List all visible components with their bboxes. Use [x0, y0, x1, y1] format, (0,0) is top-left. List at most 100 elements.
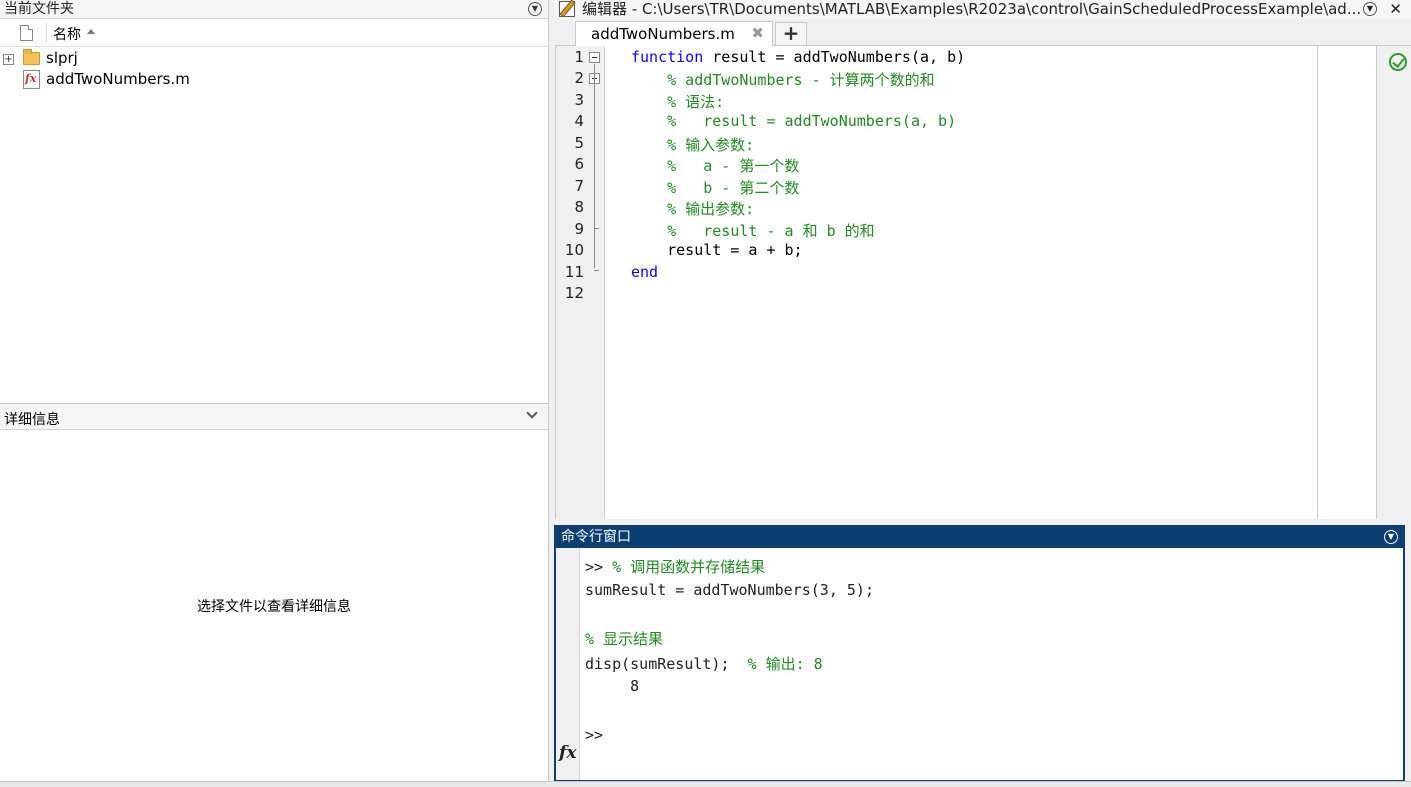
- line-number-gutter: 1 2 3 4 5 6 7 8 9 10 11 12: [556, 46, 605, 519]
- new-tab-button[interactable]: +: [775, 22, 807, 46]
- status-bar: [0, 781, 1411, 787]
- editor-panel: 编辑器 - C:\Users\TR\Documents\MATLAB\Examp…: [555, 0, 1411, 519]
- tab-addtwonumbers[interactable]: addTwoNumbers.m ✖: [575, 21, 773, 47]
- function-browser-icon[interactable]: fx: [559, 743, 576, 763]
- file-type-column-icon: [20, 25, 33, 41]
- line-number: 3: [574, 91, 584, 109]
- code-text: result = a + b;: [631, 241, 803, 259]
- line-number: 8: [574, 198, 584, 216]
- code-keyword: end: [631, 263, 659, 281]
- line-number: 12: [564, 284, 584, 302]
- code-line: % 输入参数:: [631, 134, 754, 155]
- line-number: 2: [574, 69, 584, 87]
- command-line: disp(sumResult); % 输出: 8: [585, 653, 823, 674]
- code-comment: % 语法:: [667, 93, 725, 111]
- code-comment: % b - 第二个数: [667, 179, 800, 197]
- folder-icon: [23, 49, 40, 65]
- close-tab-icon[interactable]: ✖: [751, 24, 764, 42]
- line-number: 4: [574, 112, 584, 130]
- code-line: function result = addTwoNumbers(a, b): [631, 48, 965, 66]
- m-file-icon: fx: [23, 70, 40, 89]
- fold-function-icon[interactable]: [589, 52, 600, 63]
- code-line: % addTwoNumbers - 计算两个数的和: [631, 69, 935, 90]
- right-margin-line: [1317, 46, 1318, 519]
- fold-guide-line: [594, 64, 595, 268]
- command-line: >> % 调用函数并存储结果: [585, 556, 765, 577]
- code-line: result = a + b;: [631, 241, 803, 259]
- command-window-title: 命令行窗口: [561, 529, 631, 545]
- command-output: 8: [585, 677, 640, 695]
- file-list-header: 名称: [0, 19, 548, 47]
- current-folder-title: 当前文件夹: [4, 1, 74, 17]
- command-comment: % 调用函数并存储结果: [612, 558, 766, 576]
- command-code: sumResult = addTwoNumbers(3, 5);: [585, 581, 874, 599]
- line-number: 6: [574, 155, 584, 173]
- current-folder-title-bar: 当前文件夹 ▼: [0, 0, 548, 19]
- editor-tab-strip: addTwoNumbers.m ✖ +: [555, 19, 1411, 47]
- code-line: % 输出参数:: [631, 198, 754, 219]
- editor-title: 编辑器 - C:\Users\TR\Documents\MATLAB\Examp…: [582, 0, 1362, 18]
- file-name: addTwoNumbers.m: [46, 70, 190, 88]
- code-line: % result = addTwoNumbers(a, b): [631, 112, 956, 130]
- column-separator: [46, 23, 47, 43]
- line-number: 7: [574, 177, 584, 195]
- panel-actions-dropdown-icon[interactable]: ▼: [528, 2, 542, 16]
- code-comment: % a - 第一个数: [667, 157, 800, 175]
- name-column-header[interactable]: 名称: [53, 24, 81, 44]
- list-item-folder[interactable]: + slprj: [0, 49, 540, 69]
- details-panel-header[interactable]: 详细信息: [0, 403, 548, 430]
- code-editor[interactable]: 1 2 3 4 5 6 7 8 9 10 11 12 function resu…: [555, 46, 1376, 519]
- code-comment: % result - a 和 b 的和: [667, 222, 875, 240]
- command-line: % 显示结果: [585, 628, 663, 649]
- no-issues-check-icon[interactable]: [1389, 53, 1407, 71]
- editor-actions-dropdown-icon[interactable]: ▼: [1363, 2, 1377, 16]
- line-number: 11: [564, 263, 584, 281]
- tab-label: addTwoNumbers.m: [591, 25, 735, 43]
- close-editor-icon[interactable]: ✕: [1389, 0, 1402, 18]
- details-empty-message: 选择文件以查看详细信息: [197, 599, 351, 615]
- command-window[interactable]: 命令行窗口 ▼ fx >> % 调用函数并存储结果 sumResult = ad…: [554, 525, 1405, 782]
- command-comment: % 输出: 8: [747, 655, 823, 673]
- command-line: sumResult = addTwoNumbers(3, 5);: [585, 581, 874, 599]
- details-title: 详细信息: [4, 412, 60, 428]
- line-number: 5: [574, 134, 584, 152]
- editor-pencil-icon: [559, 1, 575, 17]
- command-window-actions-dropdown-icon[interactable]: ▼: [1384, 530, 1398, 544]
- code-line: % b - 第二个数: [631, 177, 799, 198]
- code-line: % a - 第一个数: [631, 155, 799, 176]
- command-prompt[interactable]: >>: [585, 726, 603, 744]
- code-line: % 语法:: [631, 91, 724, 112]
- code-comment: % result = addTwoNumbers(a, b): [667, 112, 957, 130]
- list-item-file[interactable]: fx addTwoNumbers.m: [0, 70, 540, 90]
- line-number: 10: [564, 241, 584, 259]
- command-window-gutter: fx: [556, 548, 580, 780]
- fold-end-tick: [594, 270, 599, 271]
- editor-title-bar: 编辑器 - C:\Users\TR\Documents\MATLAB\Examp…: [555, 0, 1411, 19]
- command-code: >>: [585, 558, 613, 576]
- line-number: 9: [574, 220, 584, 238]
- code-text: result = addTwoNumbers(a, b): [703, 48, 966, 66]
- code-analyzer-strip: [1376, 46, 1411, 519]
- command-code: disp(sumResult);: [585, 655, 748, 673]
- sort-ascending-icon: [87, 29, 95, 34]
- code-comment: % 输出参数:: [667, 200, 755, 218]
- chevron-down-icon[interactable]: [526, 407, 538, 419]
- line-number: 1: [574, 48, 584, 66]
- code-comment: % 输入参数:: [667, 136, 755, 154]
- command-window-title-bar: 命令行窗口 ▼: [556, 527, 1403, 548]
- code-comment: % addTwoNumbers - 计算两个数的和: [667, 71, 935, 89]
- fold-end-tick: [594, 228, 599, 229]
- expand-icon[interactable]: +: [3, 54, 14, 65]
- command-comment: % 显示结果: [585, 630, 664, 648]
- code-line: % result - a 和 b 的和: [631, 220, 875, 241]
- code-keyword: function: [631, 48, 704, 66]
- code-line: end: [631, 263, 658, 281]
